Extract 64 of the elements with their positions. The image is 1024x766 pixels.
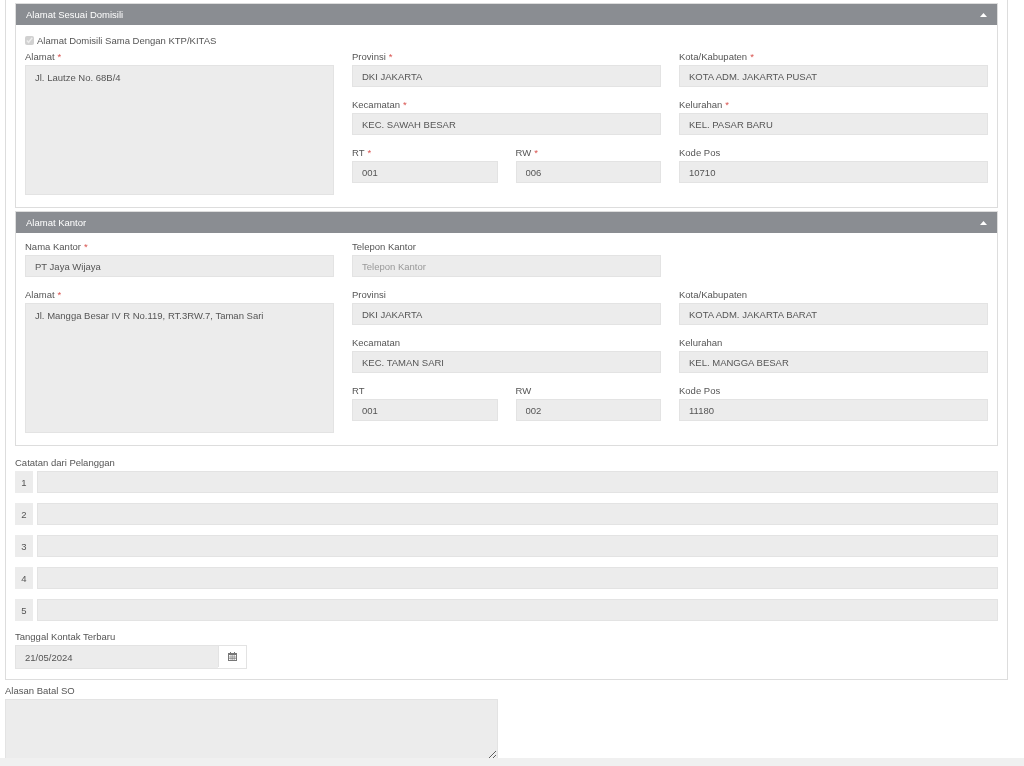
note-field[interactable]: [37, 471, 998, 493]
section-title: Alamat Sesuai Domisili: [26, 9, 124, 20]
note-field[interactable]: [37, 503, 998, 525]
required-mark: *: [750, 51, 754, 62]
field-label: Kode Pos: [679, 147, 721, 158]
field-label: RW: [515, 385, 532, 396]
required-mark: *: [725, 99, 729, 110]
required-mark: *: [403, 99, 407, 110]
address-textarea[interactable]: Jl. Mangga Besar IV R No.119, RT.3RW.7, Taman Sari: [25, 303, 334, 433]
field-label: Nama Kantor: [25, 241, 81, 252]
input-field[interactable]: KEL. PASAR BARU: [679, 113, 988, 135]
input-field[interactable]: KOTA ADM. JAKARTA BARAT: [679, 303, 988, 325]
required-mark: *: [57, 289, 62, 300]
field-label: Kecamatan: [352, 99, 401, 110]
row-number: 4: [15, 567, 33, 589]
field-label: Alasan Batal SO: [5, 685, 75, 696]
field-label: Kelurahan: [679, 99, 723, 110]
input-field[interactable]: 006: [515, 161, 661, 183]
field-label: Tanggal Kontak Terbaru: [15, 631, 116, 642]
caret-up-icon[interactable]: [980, 12, 987, 17]
note-field[interactable]: [37, 599, 998, 621]
checkbox-label: Alamat Domisili Sama Dengan KTP/KITAS: [37, 34, 217, 46]
field-label: RT: [352, 147, 365, 158]
field-label: Kota/Kabupaten: [679, 51, 748, 62]
row-number: 1: [15, 471, 33, 493]
input-field[interactable]: DKI JAKARTA: [352, 65, 661, 87]
input-field[interactable]: KOTA ADM. JAKARTA PUSAT: [679, 65, 988, 87]
field-label: Kecamatan: [352, 337, 401, 348]
required-mark: *: [534, 147, 538, 158]
required-mark: *: [57, 51, 62, 62]
field-label: Alamat: [25, 289, 55, 300]
note-field[interactable]: [37, 535, 998, 557]
row-number: 3: [15, 535, 33, 557]
field-label: Kode Pos: [679, 385, 721, 396]
field-label: Kota/Kabupaten: [679, 289, 748, 300]
row-number: 5: [15, 599, 33, 621]
field-label: Kelurahan: [679, 337, 723, 348]
input-field[interactable]: Telepon Kantor: [352, 255, 661, 277]
input-field[interactable]: 10710: [679, 161, 988, 183]
address-textarea[interactable]: Jl. Lautze No. 68B/4: [25, 65, 334, 195]
caret-up-icon[interactable]: [980, 220, 987, 225]
field-label: Catatan dari Pelanggan: [15, 457, 115, 468]
input-field[interactable]: 11180: [679, 399, 988, 421]
input-field[interactable]: DKI JAKARTA: [352, 303, 661, 325]
input-field[interactable]: KEC. SAWAH BESAR: [352, 113, 661, 135]
field-label: RT: [352, 385, 365, 396]
field-label: RW: [515, 147, 532, 158]
row-number: 2: [15, 503, 33, 525]
field-label: Provinsi: [352, 289, 386, 300]
input-field[interactable]: 002: [515, 399, 661, 421]
section-title: Alamat Kantor: [26, 217, 87, 228]
input-field[interactable]: 001: [352, 399, 498, 421]
required-mark: *: [388, 51, 393, 62]
field-label: Provinsi: [352, 51, 386, 62]
input-field[interactable]: PT Jaya Wijaya: [25, 255, 334, 277]
input-field[interactable]: 001: [352, 161, 498, 183]
input-field[interactable]: KEL. MANGGA BESAR: [679, 351, 988, 373]
field-label: Telepon Kantor: [352, 241, 416, 252]
field-label: Alamat: [25, 51, 55, 62]
note-field[interactable]: [37, 567, 998, 589]
input-field[interactable]: KEC. TAMAN SARI: [352, 351, 661, 373]
required-mark: *: [84, 241, 88, 252]
required-mark: *: [367, 147, 372, 158]
reason-textarea[interactable]: [5, 699, 498, 760]
